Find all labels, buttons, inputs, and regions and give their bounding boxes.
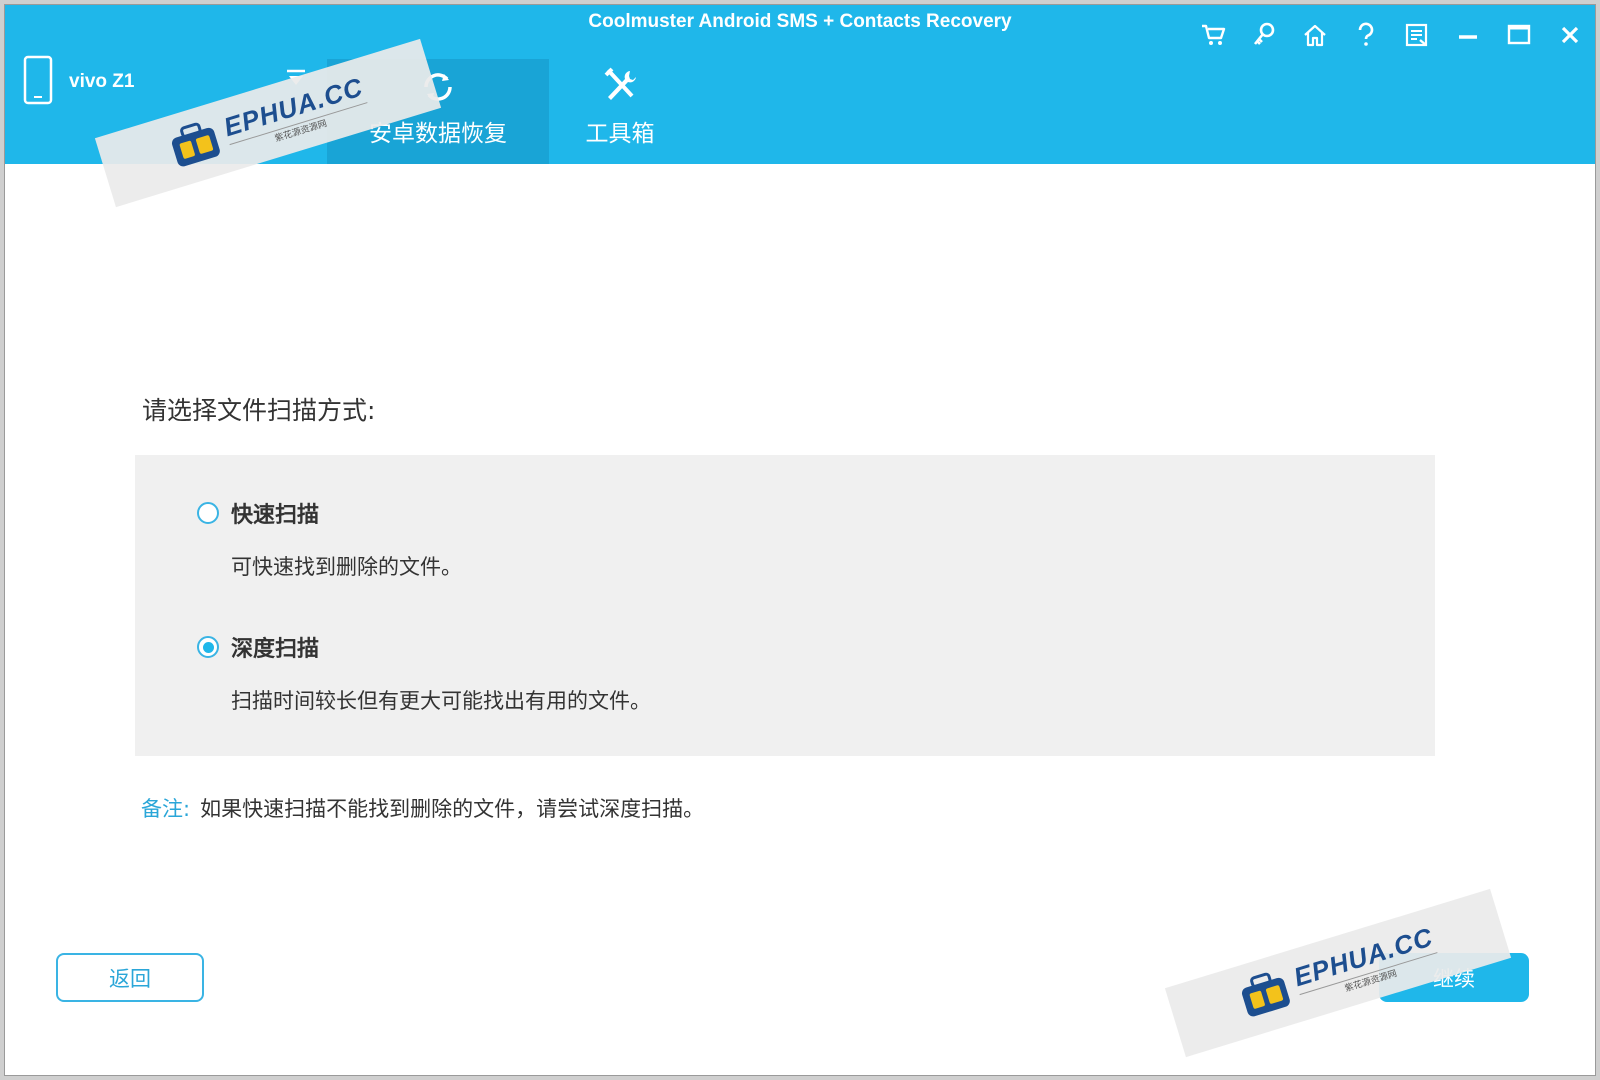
back-button[interactable]: 返回 (56, 953, 204, 1002)
scan-mode-prompt: 请选择文件扫描方式: (142, 396, 376, 425)
minimize-icon[interactable] (1442, 17, 1493, 53)
feedback-icon[interactable] (1391, 17, 1442, 53)
tools-icon (600, 66, 640, 108)
note: 备注: 如果快速扫描不能找到删除的文件，请尝试深度扫描。 (141, 793, 704, 823)
briefcase-logo-icon (164, 115, 226, 176)
note-label: 备注: (141, 797, 191, 821)
key-icon[interactable] (1238, 17, 1289, 53)
option-label: 深度扫描 (231, 637, 320, 662)
cart-icon[interactable] (1187, 17, 1238, 53)
device-selector[interactable]: vivo Z1 (23, 55, 134, 109)
device-name: vivo Z1 (69, 71, 135, 92)
maximize-icon[interactable] (1493, 17, 1544, 53)
home-icon[interactable] (1289, 17, 1340, 53)
deep-scan-radio-row[interactable]: 深度扫描 (197, 631, 651, 663)
option-label: 快速扫描 (231, 503, 320, 528)
scan-options-panel: 快速扫描 可快速找到删除的文件。 深度扫描 扫描时间较长但有更大可能找出有用的文… (135, 455, 1435, 756)
deep-scan-radio[interactable] (197, 636, 219, 658)
help-icon[interactable] (1340, 17, 1391, 53)
window-controls (1187, 17, 1595, 53)
note-text: 如果快速扫描不能找到删除的文件，请尝试深度扫描。 (200, 797, 705, 821)
briefcase-logo-icon (1234, 965, 1296, 1026)
option-description: 可快速找到删除的文件。 (231, 555, 462, 579)
option-description: 扫描时间较长但有更大可能找出有用的文件。 (231, 689, 651, 713)
watermark: EPHUA.CC 紫花源资源网 (1164, 888, 1512, 1058)
phone-icon (23, 55, 53, 109)
radio-selected-dot (202, 641, 214, 653)
close-icon[interactable] (1544, 17, 1595, 53)
tab-toolbox[interactable]: 工具箱 (515, 59, 725, 164)
quick-scan-radio[interactable] (197, 502, 219, 524)
quick-scan-radio-row[interactable]: 快速扫描 (197, 497, 462, 529)
app-window: Coolmuster Android SMS + Contacts Recove… (4, 4, 1596, 1076)
tab-label: 工具箱 (585, 121, 655, 147)
option-deep-scan: 深度扫描 扫描时间较长但有更大可能找出有用的文件。 (197, 631, 651, 715)
option-quick-scan: 快速扫描 可快速找到删除的文件。 (197, 497, 462, 581)
